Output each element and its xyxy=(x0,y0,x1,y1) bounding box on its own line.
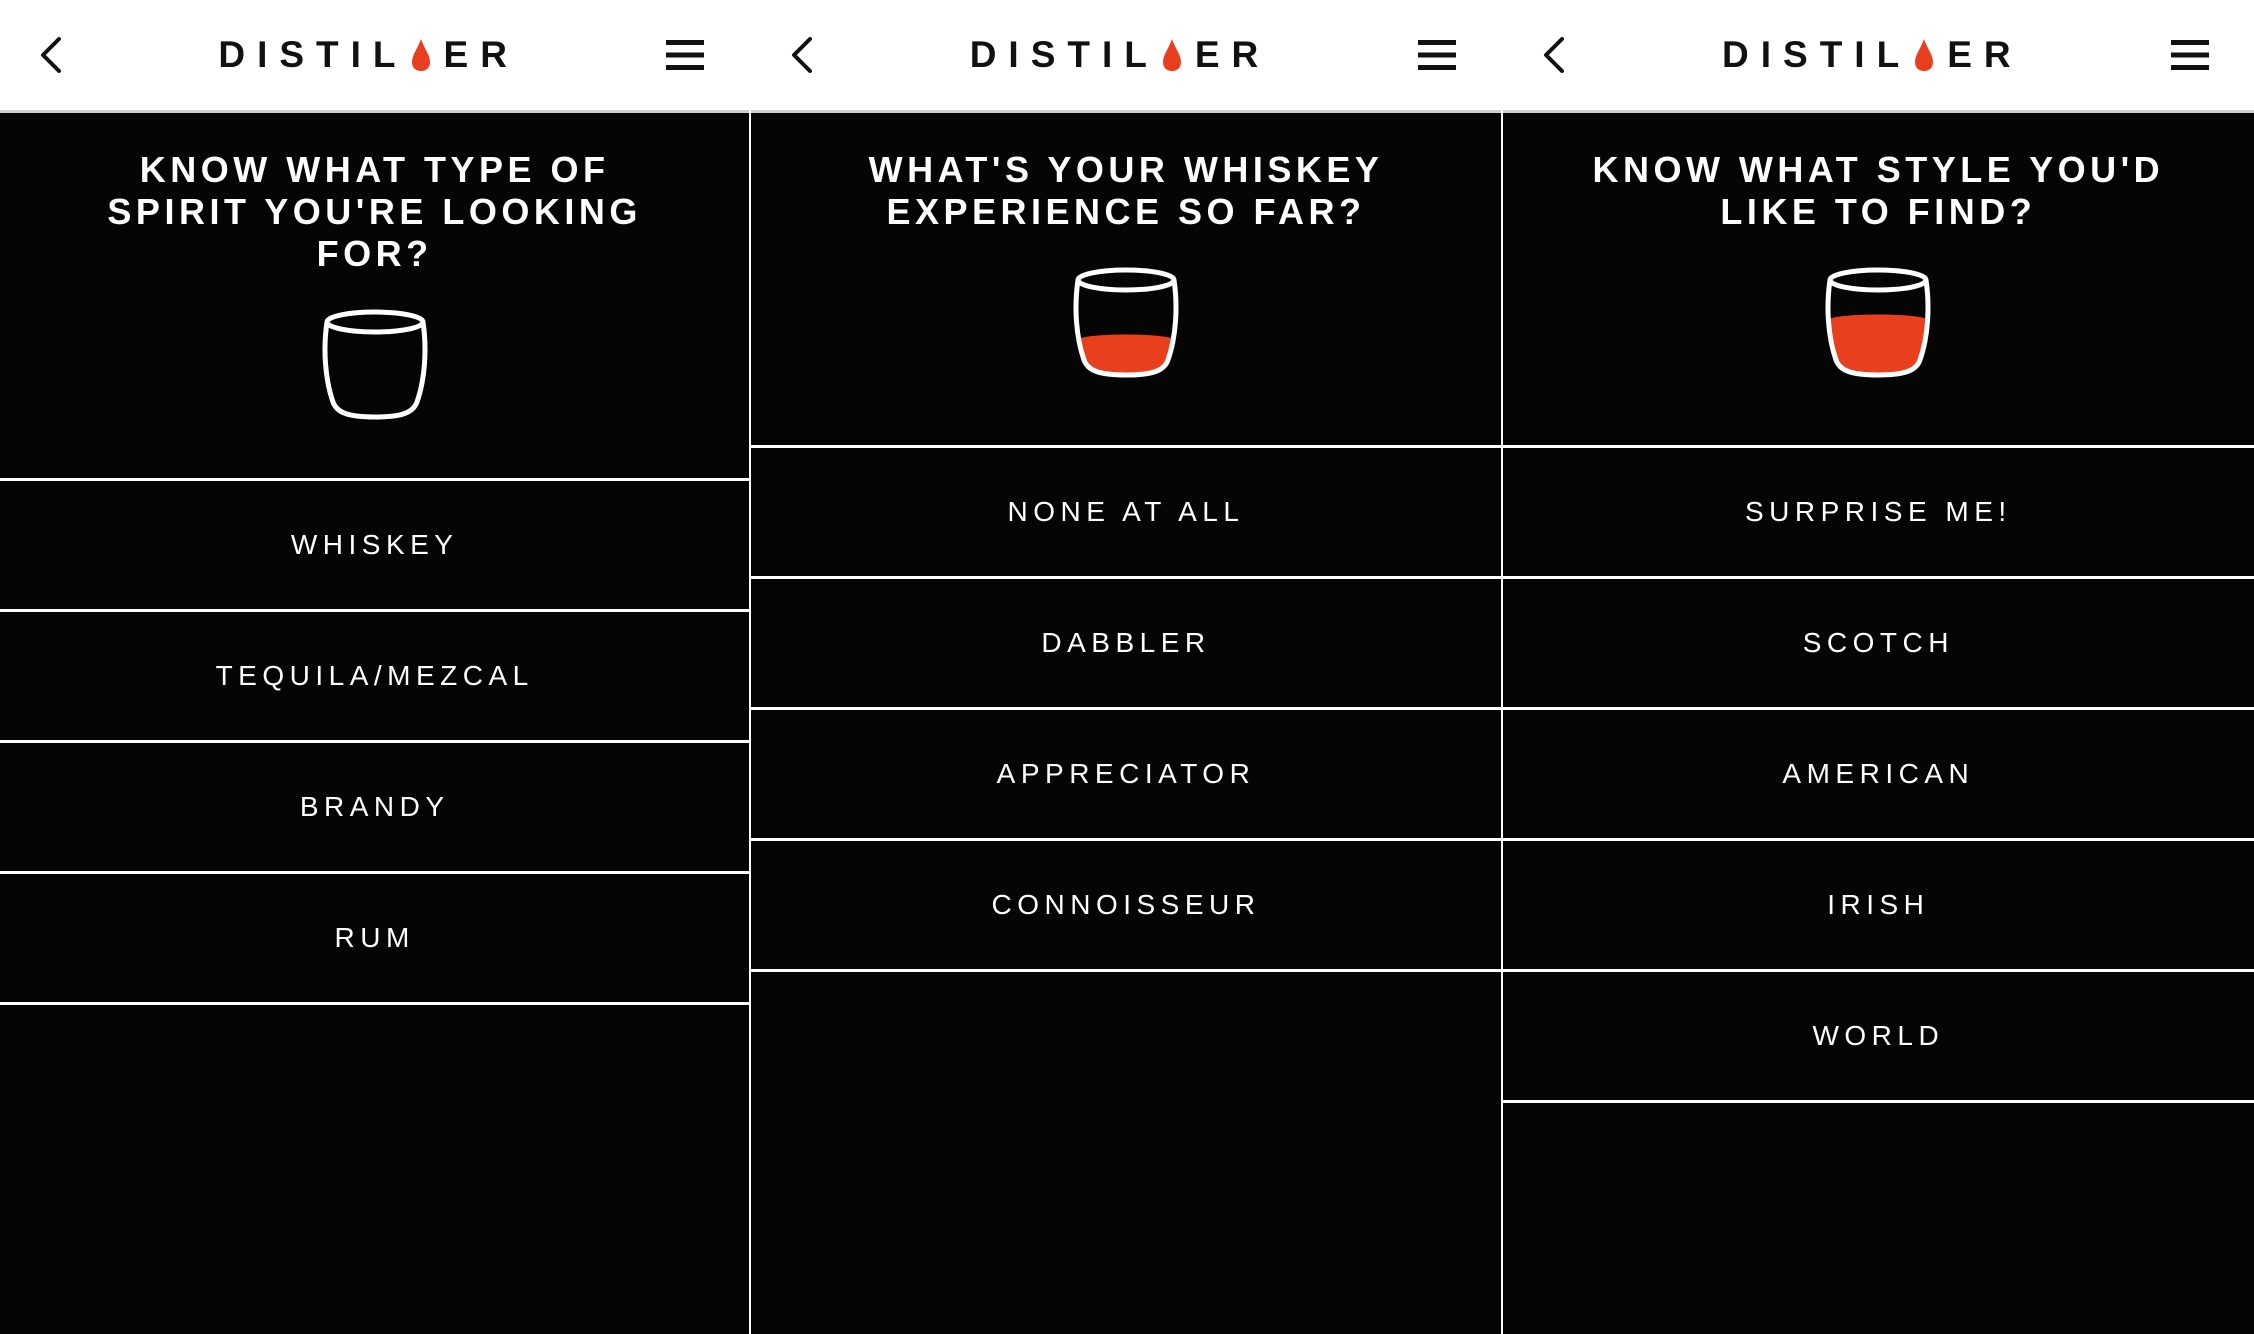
chevron-left-icon xyxy=(792,37,813,73)
chevron-left-icon xyxy=(41,37,61,73)
screen-spirit-type: DISTIL ER KNOW WHAT TYPE OF SPIRIT YOU'R… xyxy=(0,0,752,1334)
distiller-logo[interactable]: DISTIL ER xyxy=(970,34,1271,76)
option-connoisseur[interactable]: CONNOISSEUR xyxy=(751,841,1501,972)
chevron-left-icon xyxy=(1543,37,1564,73)
logo-text-right: ER xyxy=(443,34,519,75)
drop-icon xyxy=(1915,39,1934,71)
options-list: WHISKEY TEQUILA/MEZCAL BRANDY RUM xyxy=(0,481,750,1005)
question-block: KNOW WHAT STYLE YOU'D LIKE TO FIND? xyxy=(1502,113,2254,448)
drop-icon xyxy=(1162,39,1181,71)
menu-button[interactable] xyxy=(1409,27,1465,83)
logo-text-left: DISTIL xyxy=(1722,34,1912,75)
option-tequila-mezcal[interactable]: TEQUILA/MEZCAL xyxy=(0,612,750,743)
screen-whiskey-experience: DISTIL ER WHAT'S YOUR WHISKEY EXPERIENCE… xyxy=(751,0,1503,1334)
screens-container: DISTIL ER KNOW WHAT TYPE OF SPIRIT YOU'R… xyxy=(0,0,2254,1334)
options-list: NONE AT ALL DABBLER APPRECIATOR CONNOISS… xyxy=(751,448,1501,972)
empty-area xyxy=(1502,1103,2254,1334)
option-scotch[interactable]: SCOTCH xyxy=(1502,579,2254,710)
option-appreciator[interactable]: APPRECIATOR xyxy=(751,710,1501,841)
navbar: DISTIL ER xyxy=(0,0,750,113)
question-title: WHAT'S YOUR WHISKEY EXPERIENCE SO FAR? xyxy=(868,149,1384,232)
logo-text-left: DISTIL xyxy=(969,34,1159,75)
navbar: DISTIL ER xyxy=(1502,0,2254,113)
option-irish[interactable]: IRISH xyxy=(1502,841,2254,972)
question-block: WHAT'S YOUR WHISKEY EXPERIENCE SO FAR? xyxy=(751,113,1501,448)
question-title: KNOW WHAT STYLE YOU'D LIKE TO FIND? xyxy=(1592,149,2165,232)
logo-text-left: DISTIL xyxy=(218,34,408,75)
logo-text-right: ER xyxy=(1194,34,1271,75)
menu-button[interactable] xyxy=(2162,27,2218,83)
navbar: DISTIL ER xyxy=(751,0,1501,113)
distiller-logo[interactable]: DISTIL ER xyxy=(1722,34,2023,76)
question-block: KNOW WHAT TYPE OF SPIRIT YOU'RE LOOKING … xyxy=(0,113,750,481)
option-none-at-all[interactable]: NONE AT ALL xyxy=(751,448,1501,579)
option-brandy[interactable]: BRANDY xyxy=(0,743,750,874)
option-whiskey[interactable]: WHISKEY xyxy=(0,481,750,612)
screen-whiskey-style: DISTIL ER KNOW WHAT STYLE YOU'D LIKE TO … xyxy=(1502,0,2254,1334)
option-world[interactable]: WORLD xyxy=(1502,972,2254,1103)
empty-area xyxy=(0,1005,750,1334)
options-list: SURPRISE ME! SCOTCH AMERICAN IRISH WORLD xyxy=(1502,448,2254,1103)
back-button[interactable] xyxy=(1527,27,1583,83)
question-title: KNOW WHAT TYPE OF SPIRIT YOU'RE LOOKING … xyxy=(107,149,642,274)
drop-icon xyxy=(411,39,430,71)
option-surprise-me[interactable]: SURPRISE ME! xyxy=(1502,448,2254,579)
whiskey-glass-icon xyxy=(1825,267,1931,378)
hamburger-menu-icon xyxy=(666,40,705,70)
back-button[interactable] xyxy=(24,27,80,83)
empty-area xyxy=(751,972,1501,1334)
whiskey-glass-icon xyxy=(322,309,428,420)
hamburger-menu-icon xyxy=(1417,40,1456,70)
logo-text-right: ER xyxy=(1947,34,2023,75)
back-button[interactable] xyxy=(775,27,831,83)
option-american[interactable]: AMERICAN xyxy=(1502,710,2254,841)
menu-button[interactable] xyxy=(657,27,713,83)
distiller-logo[interactable]: DISTIL ER xyxy=(218,34,519,76)
option-rum[interactable]: RUM xyxy=(0,874,750,1005)
option-dabbler[interactable]: DABBLER xyxy=(751,579,1501,710)
whiskey-glass-icon xyxy=(1073,267,1179,378)
hamburger-menu-icon xyxy=(2170,40,2209,70)
